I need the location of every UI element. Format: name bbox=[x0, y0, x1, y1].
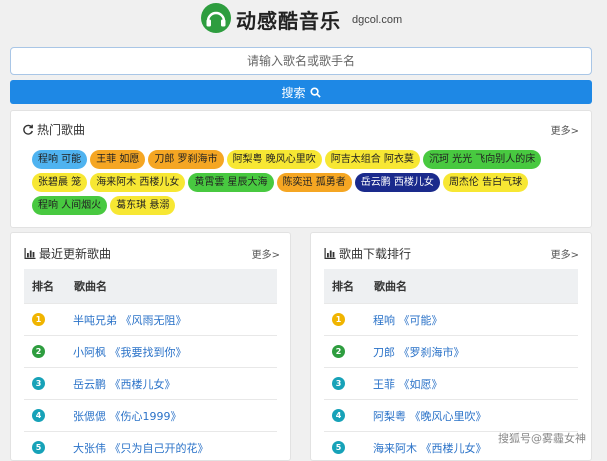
hot-song-tag[interactable]: 阿梨粤 晚风心里吹 bbox=[226, 150, 322, 169]
ranking-more-link[interactable]: 更多> bbox=[551, 246, 579, 261]
hot-song-tag[interactable]: 王菲 如愿 bbox=[90, 150, 146, 169]
rank-badge: 4 bbox=[332, 409, 345, 422]
recent-songs-panel: 最近更新歌曲 更多> 排名 歌曲名 1 半吨兄弟 《风雨无阻》 2 小阿枫 《我要找到… bbox=[10, 232, 291, 461]
hot-songs-title: 热门歌曲 bbox=[37, 123, 86, 137]
hot-song-tag[interactable]: 刀郎 罗刹海市 bbox=[148, 150, 224, 169]
song-row: 2 小阿枫 《我要找到你》 bbox=[24, 335, 277, 367]
recent-songs-title: 最近更新歌曲 bbox=[39, 247, 112, 261]
hot-song-tag[interactable]: 葛东琪 悬溺 bbox=[110, 196, 176, 215]
search-button-label: 搜索 bbox=[281, 85, 306, 100]
ranking-title: 歌曲下载排行 bbox=[339, 247, 412, 261]
rank-badge: 5 bbox=[32, 441, 45, 454]
song-row: 1 程响 《可能》 bbox=[324, 303, 578, 335]
rank-badge: 4 bbox=[32, 409, 45, 422]
recent-more-label: 更多 bbox=[251, 250, 272, 261]
song-row: 4 阿梨粤 《晚风心里吹》 bbox=[324, 399, 578, 431]
refresh-icon bbox=[23, 124, 33, 135]
rank-badge: 1 bbox=[32, 313, 45, 326]
hot-more-label: 更多 bbox=[550, 126, 571, 137]
hot-tag-list: 程响 可能 王菲 如愿 刀郎 罗刹海市 阿梨粤 晚风心里吹 阿吉太组合 阿衣莫 沉珂 光光… bbox=[32, 150, 582, 215]
rank-badge: 2 bbox=[332, 345, 345, 358]
hot-song-tag[interactable]: 岳云鹏 西楼儿女 bbox=[354, 173, 440, 192]
hot-song-tag[interactable]: 程响 可能 bbox=[32, 150, 88, 169]
hot-song-tag[interactable]: 陈奕迅 孤勇者 bbox=[276, 173, 352, 192]
search-icon bbox=[309, 86, 321, 98]
song-column-header: 歌曲名 bbox=[374, 280, 407, 293]
chevron-right-icon: > bbox=[570, 126, 579, 137]
song-link[interactable]: 大张伟 《只为自己开的花》 bbox=[73, 440, 209, 456]
hot-song-tag[interactable]: 阿吉太组合 阿衣莫 bbox=[324, 150, 420, 169]
rank-column-header: 排名 bbox=[32, 280, 54, 293]
recent-table-header: 排名 歌曲名 bbox=[24, 269, 277, 303]
hot-song-tag[interactable]: 沉珂 光光 飞向别人的床 bbox=[422, 150, 542, 169]
hot-song-tag[interactable]: 程响 人间烟火 bbox=[32, 196, 108, 215]
song-link[interactable]: 张偲偲 《伤心1999》 bbox=[73, 408, 182, 424]
rank-column-header: 排名 bbox=[332, 280, 354, 293]
rank-badge: 5 bbox=[332, 441, 345, 454]
song-column-header: 歌曲名 bbox=[74, 280, 107, 293]
song-link[interactable]: 王菲 《如愿》 bbox=[373, 376, 443, 392]
rank-badge: 3 bbox=[332, 377, 345, 390]
hot-songs-heading: 热门歌曲 bbox=[22, 121, 85, 138]
song-link[interactable]: 小阿枫 《我要找到你》 bbox=[73, 344, 187, 360]
search-button[interactable]: 搜索 bbox=[10, 80, 592, 104]
ranking-table-header: 排名 歌曲名 bbox=[324, 269, 578, 303]
hot-song-tag[interactable]: 周杰伦 告白气球 bbox=[442, 173, 529, 192]
recent-songs-heading: 最近更新歌曲 bbox=[24, 245, 111, 262]
hot-songs-panel: 热门歌曲 更多> 程响 可能 王菲 如愿 刀郎 罗刹海市 阿梨粤 晚风心里吹 阿吉太组合… bbox=[10, 110, 592, 228]
site-title[interactable]: 动感酷音乐 bbox=[236, 5, 341, 34]
song-row: 3 岳云鹏 《西楼儿女》 bbox=[24, 367, 277, 399]
site-domain: dgcol.com bbox=[352, 14, 403, 26]
rank-badge: 2 bbox=[32, 345, 45, 358]
hot-more-link[interactable]: 更多> bbox=[551, 122, 579, 137]
song-link[interactable]: 岳云鹏 《西楼儿女》 bbox=[73, 376, 176, 392]
ranking-more-label: 更多 bbox=[550, 250, 571, 261]
song-link[interactable]: 刀郎 《罗刹海市》 bbox=[373, 344, 465, 360]
song-row: 4 张偲偲 《伤心1999》 bbox=[24, 399, 277, 431]
ranking-heading: 歌曲下载排行 bbox=[324, 245, 411, 262]
rank-badge: 3 bbox=[32, 377, 45, 390]
bar-chart-icon bbox=[24, 248, 36, 259]
song-row: 2 刀郎 《罗刹海市》 bbox=[324, 335, 578, 367]
song-link[interactable]: 阿梨粤 《晚风心里吹》 bbox=[373, 408, 487, 424]
chevron-right-icon: > bbox=[271, 250, 280, 261]
song-link[interactable]: 程响 《可能》 bbox=[373, 312, 443, 328]
hot-song-tag[interactable]: 黄霄雲 星辰大海 bbox=[188, 173, 274, 192]
search-input[interactable] bbox=[10, 47, 592, 75]
song-row: 1 半吨兄弟 《风雨无阻》 bbox=[24, 303, 277, 335]
bar-chart-icon bbox=[324, 248, 336, 259]
watermark: 搜狐号@雾霾女神 bbox=[498, 430, 586, 446]
site-header: 动感酷音乐 dgcol.com bbox=[0, 0, 607, 44]
rank-badge: 1 bbox=[332, 313, 345, 326]
hot-song-tag[interactable]: 海来阿木 西楼儿女 bbox=[90, 173, 186, 192]
song-row: 5 大张伟 《只为自己开的花》 bbox=[24, 431, 277, 461]
chevron-right-icon: > bbox=[570, 250, 579, 261]
hot-song-tag[interactable]: 张碧晨 笼 bbox=[32, 173, 88, 192]
song-row: 3 王菲 《如愿》 bbox=[324, 367, 578, 399]
headphones-icon[interactable] bbox=[200, 2, 232, 34]
download-ranking-panel: 歌曲下载排行 更多> 排名 歌曲名 1 程响 《可能》 2 刀郎 《罗刹海市》 3 王菲 … bbox=[310, 232, 592, 461]
recent-more-link[interactable]: 更多> bbox=[252, 246, 280, 261]
song-link[interactable]: 海来阿木 《西楼儿女》 bbox=[373, 440, 487, 456]
watermark-text: 搜狐号@雾霾女神 bbox=[498, 432, 586, 445]
song-link[interactable]: 半吨兄弟 《风雨无阻》 bbox=[73, 312, 187, 328]
